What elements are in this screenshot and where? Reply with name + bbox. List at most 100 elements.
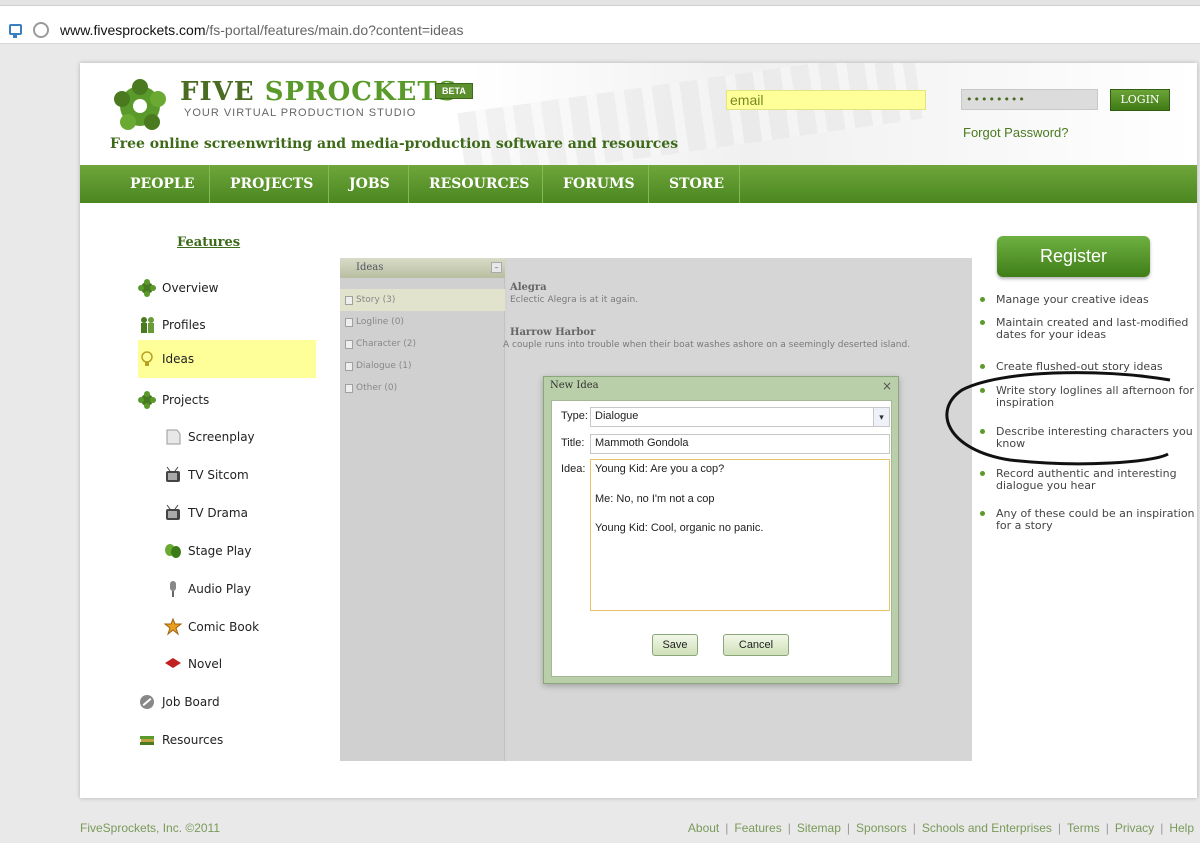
sidebar-item-novel[interactable]: Novel — [164, 645, 316, 683]
lightbulb-icon — [141, 351, 153, 366]
idea-text-line: Me: No, no I'm not a cop — [595, 493, 715, 505]
nav-divider — [408, 165, 409, 203]
footer-separator: | — [787, 821, 791, 835]
nav-people[interactable]: PEOPLE — [130, 165, 194, 203]
nav-projects[interactable]: PROJECTS — [230, 165, 313, 203]
sidebar-item-projects[interactable]: Projects — [138, 381, 316, 419]
category-label: Character (2) — [356, 339, 417, 349]
footer-link-terms[interactable]: Terms — [1067, 821, 1100, 835]
browser-address-bar: www.fivesprockets.com/fs-portal/features… — [0, 0, 1200, 44]
microphone-icon — [170, 581, 176, 597]
nav-resources[interactable]: RESOURCES — [429, 165, 529, 203]
sidebar-item-stage-play[interactable]: Stage Play — [164, 532, 316, 570]
save-button[interactable]: Save — [652, 634, 698, 656]
browser-tab-strip — [0, 0, 1200, 6]
sidebar-item-label: Profiles — [162, 318, 206, 332]
type-select[interactable]: Dialogue ▾ — [590, 407, 890, 427]
bullet-item: Any of these could be an inspiration for… — [980, 508, 1197, 532]
title-value: Mammoth Gondola — [595, 437, 689, 449]
sidebar-item-label: Audio Play — [188, 582, 251, 596]
idea-description: Eclectic Alegra is at it again. — [510, 295, 639, 305]
url-domain: www.fivesprockets.com — [60, 22, 206, 38]
category-dialogue[interactable]: Dialogue (1) — [340, 355, 505, 377]
sidebar-item-tv-drama[interactable]: TV Drama — [164, 494, 316, 532]
category-logline[interactable]: Logline (0) — [340, 311, 505, 333]
books-icon — [140, 736, 154, 745]
sidebar-item-resources[interactable]: Resources — [138, 721, 316, 759]
idea-title[interactable]: Alegra — [510, 282, 547, 293]
sidebar-item-tv-sitcom[interactable]: TV Sitcom — [164, 456, 316, 494]
sprocket-logo-icon[interactable] — [110, 77, 170, 135]
footer-link-features[interactable]: Features — [734, 821, 781, 835]
idea-title[interactable]: Harrow Harbor — [510, 327, 595, 338]
footer-separator: | — [846, 821, 851, 835]
close-icon[interactable]: × — [882, 379, 892, 393]
beta-badge: BETA — [435, 83, 473, 99]
sidebar-item-label: Novel — [188, 657, 223, 671]
footer-link-sitemap[interactable]: Sitemap — [797, 821, 841, 835]
collapse-icon[interactable]: – — [491, 262, 502, 273]
nav-divider — [739, 165, 740, 203]
folder-icon — [345, 362, 353, 371]
sprocket-icon — [138, 391, 156, 409]
sidebar-item-screenplay[interactable]: Screenplay — [164, 418, 316, 456]
footer-separator: | — [1160, 821, 1164, 835]
footer-link-sponsors[interactable]: Sponsors — [856, 821, 907, 835]
tv-icon — [166, 466, 180, 482]
register-button[interactable]: Register — [997, 236, 1150, 277]
footer-link-about[interactable]: About — [688, 821, 719, 835]
sidebar-item-profiles[interactable]: Profiles — [138, 306, 316, 344]
sidebar-item-audio-play[interactable]: Audio Play — [164, 570, 316, 608]
sidebar-item-job-board[interactable]: Job Board — [138, 683, 316, 721]
sidebar-item-label: Projects — [162, 393, 210, 407]
sidebar-item-comic-book[interactable]: Comic Book — [164, 608, 316, 646]
nav-divider — [542, 165, 543, 203]
site-header: FIVE SPROCKETS BETA YOUR VIRTUAL PRODUCT… — [80, 63, 1197, 165]
comic-icon — [164, 618, 182, 636]
footer-separator: | — [912, 821, 916, 835]
title-field[interactable]: Mammoth Gondola — [590, 434, 890, 454]
nav-jobs[interactable]: JOBS — [349, 165, 390, 203]
idea-description: A couple runs into trouble when their bo… — [503, 340, 911, 350]
footer-link-privacy[interactable]: Privacy — [1115, 821, 1154, 835]
idea-text-line: Young Kid: Are you a cop? — [595, 463, 725, 475]
site-tagline: Free online screenwriting and media-prod… — [110, 136, 679, 152]
nav-divider — [328, 165, 329, 203]
cancel-button[interactable]: Cancel — [723, 634, 789, 656]
bullet-item: Maintain created and last-modified dates… — [980, 317, 1197, 341]
paper-icon — [166, 429, 181, 445]
masks-icon — [165, 544, 181, 558]
login-button[interactable]: LOGIN — [1110, 89, 1170, 111]
dialog-title: New Idea — [550, 380, 599, 391]
idea-label: Idea: — [561, 463, 586, 475]
book-icon — [165, 658, 181, 668]
category-character[interactable]: Character (2) — [340, 333, 505, 355]
tv-icon — [166, 504, 180, 520]
chevron-down-icon[interactable]: ▾ — [873, 408, 889, 426]
sidebar-item-label: Resources — [162, 733, 224, 747]
category-label: Dialogue (1) — [356, 361, 412, 371]
bullet-item: Manage your creative ideas — [980, 294, 1197, 306]
nav-forums[interactable]: FORUMS — [563, 165, 635, 203]
nav-divider — [648, 165, 649, 203]
sidebar-item-overview[interactable]: Overview — [138, 269, 316, 307]
nav-store[interactable]: STORE — [669, 165, 724, 203]
main-nav: PEOPLE PROJECTS JOBS RESOURCES FORUMS ST… — [80, 165, 1197, 203]
page-icon — [9, 24, 22, 38]
idea-textarea[interactable]: Young Kid: Are you a cop? Me: No, no I'm… — [590, 459, 890, 611]
url-field[interactable]: www.fivesprockets.com/fs-portal/features… — [60, 22, 463, 38]
footer-link-help[interactable]: Help — [1169, 821, 1194, 835]
forgot-password-link[interactable]: Forgot Password? — [963, 125, 1069, 140]
sidebar-item-label: TV Sitcom — [188, 468, 249, 482]
url-path: /fs-portal/features/main.do?content=idea… — [205, 22, 464, 38]
footer-link-schools[interactable]: Schools and Enterprises — [922, 821, 1052, 835]
sidebar-item-ideas[interactable]: Ideas — [138, 340, 316, 378]
logo-title[interactable]: FIVE SPROCKETS — [180, 77, 458, 107]
category-story[interactable]: Story (3) — [340, 289, 505, 311]
footer-links: About | Features | Sitemap | Sponsors | Schools … — [688, 821, 1194, 835]
ideas-panel-header: Ideas – — [340, 258, 505, 278]
email-input[interactable]: email — [726, 90, 926, 110]
folder-icon — [345, 318, 353, 327]
password-input[interactable]: •••••••• — [961, 89, 1098, 110]
category-other[interactable]: Other (0) — [340, 377, 505, 399]
